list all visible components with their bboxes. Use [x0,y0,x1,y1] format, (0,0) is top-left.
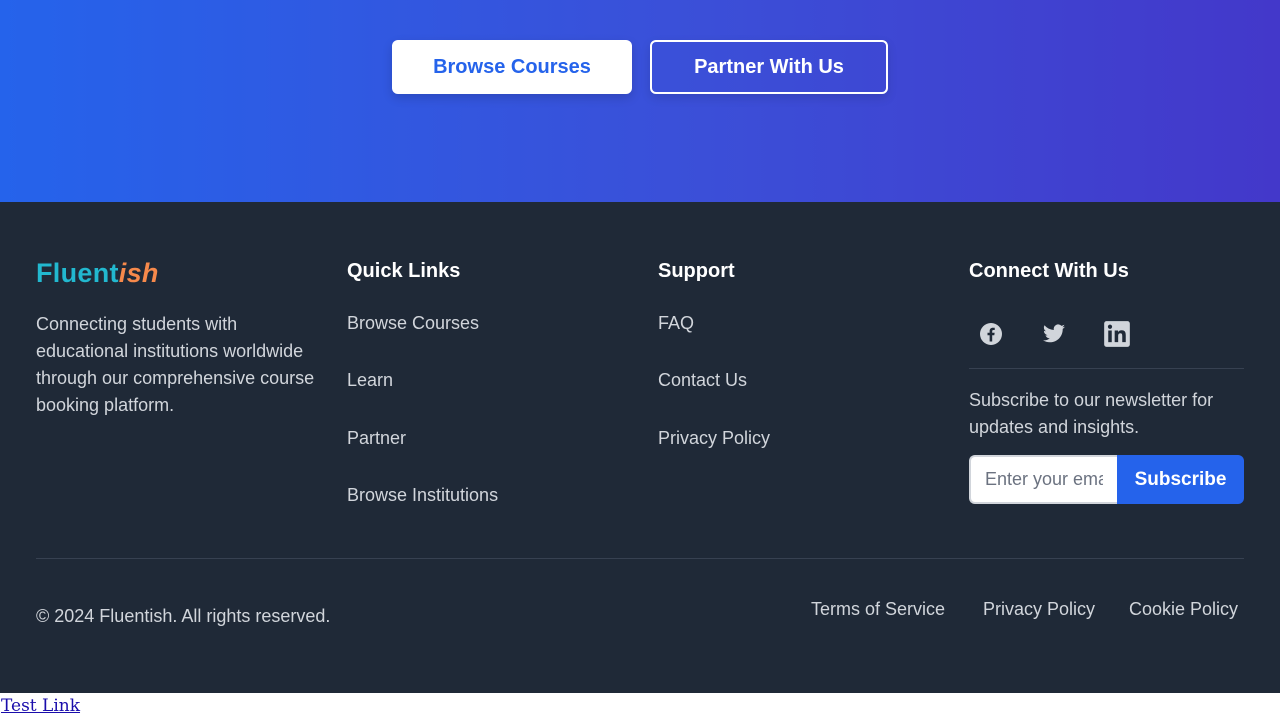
linkedin-icon [1103,320,1131,348]
footer-link-contact-us[interactable]: Contact Us [658,370,747,391]
cta-banner: Browse Courses Partner With Us [0,0,1280,202]
connect-heading: Connect With Us [969,260,1129,282]
copyright-text: © 2024 Fluentish. All rights reserved. [36,606,331,626]
twitter-icon [1040,322,1068,346]
footer-link-learn[interactable]: Learn [347,370,393,391]
newsletter-email-input[interactable] [969,455,1117,504]
footer-link-browse-courses[interactable]: Browse Courses [347,313,479,334]
linkedin-link[interactable] [1095,312,1139,356]
cookie-policy-link[interactable]: Cookie Policy [1129,599,1238,620]
brand-tagline: Connecting students with educational ins… [36,314,315,415]
partner-with-us-button[interactable]: Partner With Us [650,40,888,94]
footer-link-privacy-policy[interactable]: Privacy Policy [658,428,770,449]
twitter-link[interactable] [1032,312,1076,356]
legal-privacy-policy-link[interactable]: Privacy Policy [983,599,1095,620]
brand-logo[interactable]: Fluentish [36,258,159,289]
terms-of-service-link[interactable]: Terms of Service [811,599,945,620]
test-link[interactable]: Test Link [1,696,80,716]
logo-text-ish: ish [118,258,159,288]
facebook-icon [979,322,1003,346]
subscribe-button[interactable]: Subscribe [1117,455,1244,504]
connect-divider [969,368,1244,369]
footer-divider [36,558,1244,559]
browse-courses-button[interactable]: Browse Courses [392,40,632,94]
site-footer: Fluentish Connecting students with educa… [0,202,1280,693]
footer-link-faq[interactable]: FAQ [658,313,694,334]
quick-links-heading: Quick Links [347,260,461,282]
support-heading: Support [658,260,735,282]
facebook-link[interactable] [969,312,1013,356]
logo-text-fluent: Fluent [36,258,119,288]
newsletter-description: Subscribe to our newsletter for updates … [969,390,1214,437]
footer-link-browse-institutions[interactable]: Browse Institutions [347,485,498,506]
footer-link-partner[interactable]: Partner [347,428,406,449]
